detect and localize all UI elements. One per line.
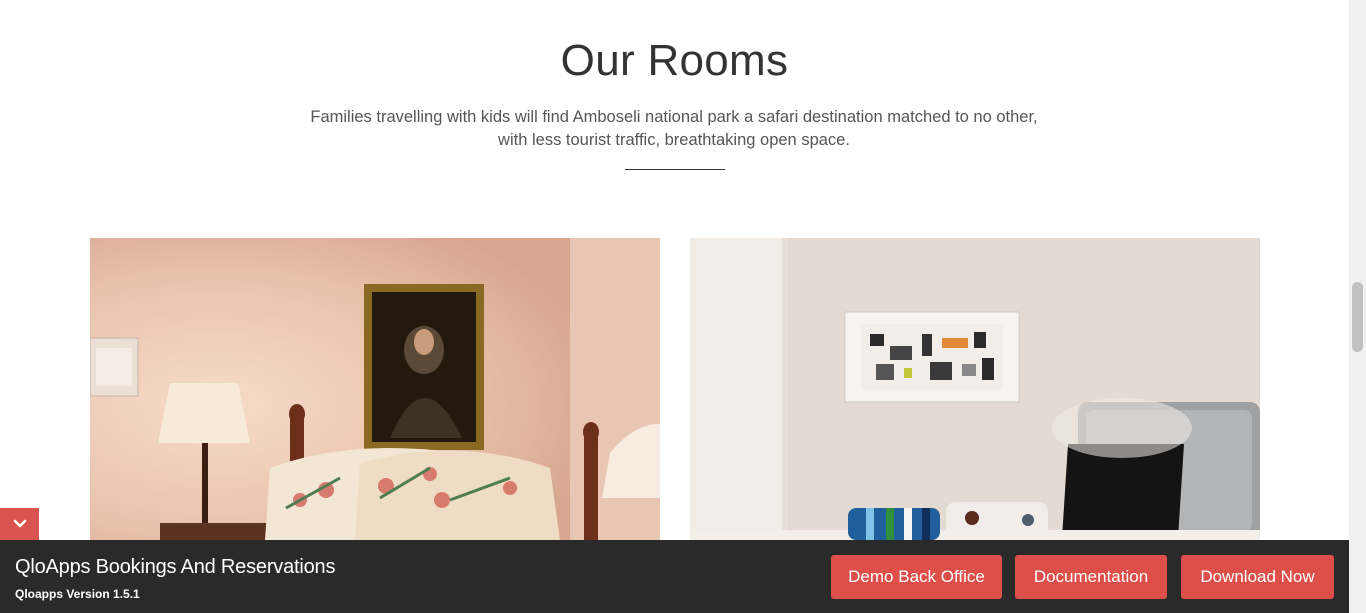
chevron-down-icon	[13, 519, 26, 528]
room-card-image-2[interactable]	[690, 238, 1260, 540]
promo-title: QloApps Bookings And Reservations	[15, 556, 336, 578]
vertical-scrollbar[interactable]	[1349, 0, 1366, 613]
documentation-button[interactable]: Documentation	[1015, 555, 1167, 599]
page: Our Rooms Families travelling with kids …	[0, 0, 1349, 613]
promo-version: Qloapps Version 1.5.1	[15, 587, 140, 601]
title-divider	[625, 169, 725, 170]
section-title: Our Rooms	[560, 36, 789, 85]
scrollbar-thumb[interactable]	[1352, 282, 1363, 352]
section-description: Families travelling with kids will find …	[274, 106, 1074, 152]
footer-toggle-button[interactable]	[0, 508, 39, 540]
bedroom-photo	[90, 238, 660, 540]
room-card-image-1[interactable]	[90, 238, 660, 540]
description-line-2: with less tourist traffic, breathtaking …	[498, 131, 850, 149]
demo-back-office-button[interactable]: Demo Back Office	[831, 555, 1002, 599]
download-now-button[interactable]: Download Now	[1181, 555, 1334, 599]
promo-bar: QloApps Bookings And Reservations Qloapp…	[0, 540, 1349, 613]
description-line-1: Families travelling with kids will find …	[310, 108, 1038, 126]
room-workspace-photo	[690, 238, 1260, 540]
